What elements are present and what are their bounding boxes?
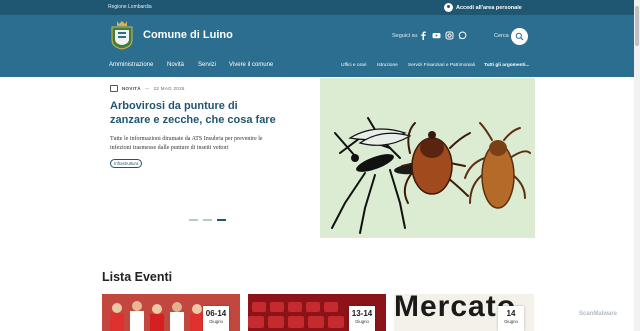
topic-tag[interactable]: Infrastruttura <box>110 159 143 168</box>
region-link[interactable]: Regione Lombardia <box>108 4 152 10</box>
search-icon <box>515 32 524 41</box>
site-header: Comune di Luino Seguici su Cerca Amminis… <box>0 15 640 77</box>
news-category[interactable]: NOVITÀ <box>122 86 141 91</box>
nav-item-istruzione[interactable]: Istruzione <box>377 63 398 68</box>
top-bar: Regione Lombardia Accedi all'area person… <box>0 0 640 15</box>
event-day: 14 <box>506 309 516 318</box>
login-button[interactable]: Accedi all'area personale <box>444 3 522 12</box>
user-icon <box>444 3 453 12</box>
youtube-icon[interactable] <box>432 31 441 40</box>
page-scrollbar[interactable] <box>634 0 640 331</box>
hero-meta: NOVITÀ — 22 MAG 2026 <box>110 85 310 92</box>
nav-item-amministrazione[interactable]: Amministrazione <box>109 62 153 68</box>
social-label: Seguici su <box>392 33 418 39</box>
nav-item-uffici-e-orari[interactable]: Uffici e orari <box>341 63 367 68</box>
search-button[interactable] <box>511 28 528 45</box>
nav-item-vivere-il-comune[interactable]: Vivere il comune <box>229 62 273 68</box>
watermark: ScanMalware <box>579 311 618 317</box>
events-section-title: Lista Eventi <box>102 270 173 284</box>
hero-title[interactable]: Arbovirosi da punture di zanzare e zecch… <box>110 99 280 127</box>
instagram-icon[interactable] <box>445 31 454 40</box>
carousel-dot[interactable] <box>189 219 198 221</box>
whatsapp-icon[interactable] <box>458 31 467 40</box>
carousel-dot-active[interactable] <box>217 219 226 221</box>
scrollbar-thumb[interactable] <box>635 6 639 46</box>
search-label: Cerca <box>494 33 509 39</box>
nav-item-novita[interactable]: Novità <box>167 62 184 68</box>
municipal-crest-icon[interactable] <box>110 20 134 50</box>
nav-item-servizi-finanziari[interactable]: Servizi Finanziari e Patrimoniali <box>408 63 475 68</box>
event-month: Giugno <box>504 319 518 324</box>
mosquito-tick-illustration <box>331 117 531 234</box>
event-date-badge: 14 Giugno <box>498 306 524 331</box>
meta-separator: — <box>144 86 150 91</box>
calendar-icon <box>110 85 118 92</box>
event-month: Giugno <box>355 319 369 324</box>
nav-item-servizi[interactable]: Servizi <box>198 62 216 68</box>
event-date-badge: 13-14 Giugno <box>349 306 375 331</box>
nav-item-all-topics[interactable]: Tutti gli argomenti... <box>484 63 529 68</box>
event-date-badge: 06-14 Giugno <box>203 306 229 331</box>
carousel-dot[interactable] <box>203 219 212 221</box>
news-date: 22 MAG 2026 <box>153 86 185 91</box>
site-title[interactable]: Comune di Luino <box>143 29 233 41</box>
facebook-icon[interactable] <box>419 31 428 40</box>
event-month: Giugno <box>209 319 223 324</box>
hero-image-insects[interactable] <box>320 78 535 238</box>
hero-news: NOVITÀ — 22 MAG 2026 Arbovirosi da puntu… <box>110 85 310 170</box>
login-label: Accedi all'area personale <box>456 4 522 11</box>
event-day: 06-14 <box>205 309 227 318</box>
hero-description: Tutte le informazioni diramate da ATS In… <box>110 136 263 151</box>
event-day: 13-14 <box>351 309 373 318</box>
